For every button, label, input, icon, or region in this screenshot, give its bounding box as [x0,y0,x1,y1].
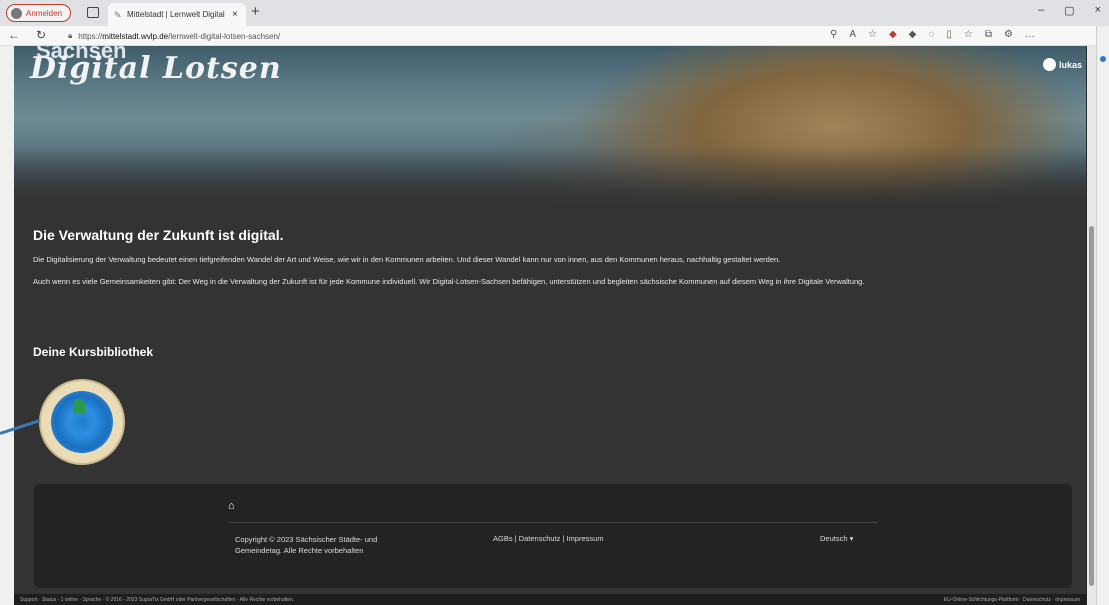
profile-label: Anmelden [26,8,63,18]
lock-icon: 🔒︎ [68,31,73,40]
read-aloud-icon[interactable]: A [849,29,856,40]
tab-actions-icon[interactable] [87,7,99,18]
browser-toolbar: ⚲ A ☆ ◆ ◆ ◌ ▯ ☆ ⧉ ⚙ … [830,29,1035,40]
url-text: https://mittelstadt.wvlp.de/lernwelt-dig… [78,31,281,41]
logo-main-text: Digital Lotsen [30,51,282,86]
reload-icon[interactable]: ↻ [36,28,46,42]
language-select[interactable]: Deutsch ▾ [820,534,853,543]
url-field[interactable]: 🔒︎ https://mittelstadt.wvlp.de/lernwelt-… [68,28,828,44]
tab-close-icon[interactable]: × [232,9,238,20]
copyright-text: Copyright © 2023 Sächsischer Städte- und… [235,535,378,555]
refresh-extension-icon[interactable]: ◌ [928,29,934,40]
user-avatar-icon [1042,58,1056,71]
key-icon[interactable]: ⚲ [830,29,837,40]
more-menu-icon[interactable]: … [1025,29,1035,40]
library-heading: Deine Kursbibliothek [33,345,154,359]
user-menu[interactable]: lukas [1042,58,1082,71]
home-icon[interactable]: ⌂ [228,500,235,512]
site-footer: ⌂ Copyright © 2023 Sächsischer Städte- u… [34,484,1072,588]
new-tab-button[interactable]: + [251,3,260,20]
status-right-text[interactable]: EU-Online-Schlichtungs-Plattform · Daten… [944,597,1080,603]
collections-icon[interactable]: ⧉ [985,29,992,40]
browser-tab-bar: Anmelden ✎ Mittelstadt | Lernwelt Digita… [0,0,1109,26]
profile-avatar-icon [11,7,22,19]
page-title: Die Verwaltung der Zukunft ist digital. [33,227,284,243]
scrollbar-thumb[interactable] [1089,226,1094,586]
minimize-button[interactable]: – [1038,4,1044,17]
status-left-text[interactable]: Support · Status · 1 online · Sprache · … [20,597,294,603]
course-tile[interactable] [39,379,125,465]
profile-button[interactable]: Anmelden [6,4,72,22]
page-scrollbar[interactable] [1087,46,1096,605]
extension-icon[interactable]: ◆ [909,29,917,40]
window-controls: – ▢ × [1038,4,1101,17]
footer-divider [228,522,878,523]
tab-title: Mittelstadt | Lernwelt Digital Lotsen [127,10,227,19]
close-window-button[interactable]: × [1095,4,1101,17]
intro-paragraph-1: Die Digitalisierung der Verwaltung bedeu… [33,255,781,264]
sidebar-app-icon[interactable] [1100,56,1106,62]
maximize-button[interactable]: ▢ [1064,4,1074,17]
browser-sidebar [1096,26,1109,605]
browser-tab[interactable]: ✎ Mittelstadt | Lernwelt Digital Lotsen … [108,3,246,26]
address-bar: ← ↻ 🔒︎ https://mittelstadt.wvlp.de/lernw… [0,26,1109,46]
split-screen-icon[interactable]: ▯ [946,29,952,40]
tab-favicon-icon: ✎ [114,9,122,20]
intro-paragraph-2: Auch wenn es viele Gemeinsamkeiten gibt:… [33,277,865,286]
back-arrow-icon[interactable]: ← [8,28,20,42]
footer-links[interactable]: AGBs | Datenschutz | Impressum [493,534,604,543]
extension-shield-icon[interactable]: ◆ [889,29,897,40]
web-page: Sachsen Digital Lotsen lukas Die Verwalt… [14,46,1086,594]
user-name: lukas [1058,59,1082,70]
left-window-edge [0,46,14,605]
platform-status-bar: Support · Status · 1 online · Sprache · … [14,594,1086,605]
favorites-icon[interactable]: ☆ [964,29,973,40]
course-image [51,391,113,453]
favorite-star-icon[interactable]: ☆ [868,29,877,40]
extensions-puzzle-icon[interactable]: ⚙ [1004,29,1013,40]
